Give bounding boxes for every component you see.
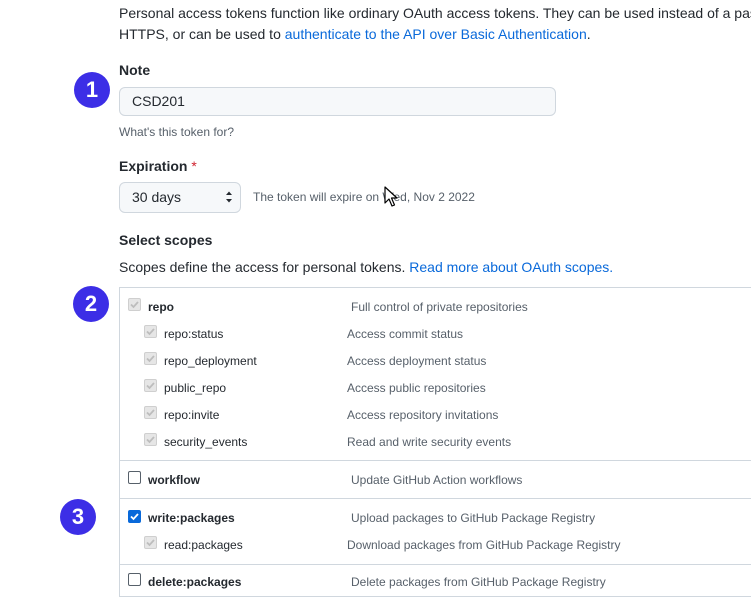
expiration-select[interactable]: 30 days bbox=[119, 182, 241, 213]
note-hint: What's this token for? bbox=[119, 125, 235, 139]
scope-desc-workflow: Update GitHub Action workflows bbox=[351, 473, 523, 487]
expiration-label: Expiration * bbox=[119, 158, 197, 174]
scope-checkbox-repo-deployment[interactable] bbox=[144, 352, 157, 365]
scope-checkbox-delete-packages[interactable] bbox=[128, 573, 141, 586]
scope-checkbox-repo[interactable] bbox=[128, 298, 141, 311]
scope-name-write-packages: write:packages bbox=[148, 511, 235, 525]
scopes-description-text: Scopes define the access for personal to… bbox=[119, 259, 410, 275]
scope-group-divider bbox=[119, 498, 751, 499]
basic-auth-link[interactable]: authenticate to the API over Basic Authe… bbox=[285, 26, 587, 42]
scope-desc-delete-packages: Delete packages from GitHub Package Regi… bbox=[351, 575, 606, 589]
scope-group-divider bbox=[119, 460, 751, 461]
scope-checkbox-workflow[interactable] bbox=[128, 471, 141, 484]
oauth-scopes-link[interactable]: Read more about OAuth scopes. bbox=[409, 259, 613, 275]
scope-desc-repo-invite: Access repository invitations bbox=[347, 408, 499, 422]
scope-name-workflow: workflow bbox=[148, 473, 201, 487]
step-badge-1: 1 bbox=[74, 72, 110, 108]
scope-group-divider bbox=[119, 564, 751, 565]
mouse-pointer-icon bbox=[384, 186, 398, 207]
expiration-label-text: Expiration bbox=[119, 158, 188, 174]
intro-line-2-text: HTTPS, or can be used to bbox=[119, 26, 285, 42]
note-label: Note bbox=[119, 62, 151, 78]
expiration-message: The token will expire on Wed, Nov 2 2022 bbox=[253, 190, 475, 204]
required-mark: * bbox=[191, 158, 197, 174]
select-scopes-title: Select scopes bbox=[119, 232, 213, 248]
step-badge-2: 2 bbox=[73, 286, 109, 322]
select-caret-icon bbox=[226, 191, 232, 203]
scope-desc-repo-status: Access commit status bbox=[347, 327, 464, 341]
scope-desc-public-repo: Access public repositories bbox=[347, 381, 486, 395]
scopes-description: Scopes define the access for personal to… bbox=[119, 259, 613, 275]
intro-line-2-suffix: . bbox=[586, 26, 591, 42]
intro-line-1: Personal access tokens function like ord… bbox=[119, 5, 751, 21]
scope-name-public-repo: public_repo bbox=[164, 381, 227, 395]
scope-checkbox-public-repo[interactable] bbox=[144, 379, 157, 392]
scope-checkbox-write-packages[interactable] bbox=[128, 510, 141, 523]
intro-text: Personal access tokens function like ord… bbox=[119, 3, 751, 45]
expiration-select-value: 30 days bbox=[132, 189, 182, 205]
scope-checkbox-repo-status[interactable] bbox=[144, 325, 157, 338]
scope-checkbox-repo-invite[interactable] bbox=[144, 406, 157, 419]
scope-desc-repo: Full control of private repositories bbox=[351, 300, 528, 314]
scope-desc-security-events: Read and write security events bbox=[347, 435, 512, 449]
scope-name-repo: repo bbox=[148, 300, 175, 314]
scope-checkbox-security-events[interactable] bbox=[144, 433, 157, 446]
scope-desc-repo-deployment: Access deployment status bbox=[347, 354, 487, 368]
intro-line-2: HTTPS, or can be used to authenticate to… bbox=[119, 24, 751, 45]
scope-name-repo-invite: repo:invite bbox=[164, 408, 220, 422]
note-input[interactable]: CSD201 bbox=[119, 87, 556, 116]
scope-desc-write-packages: Upload packages to GitHub Package Regist… bbox=[351, 511, 596, 525]
scope-desc-read-packages: Download packages from GitHub Package Re… bbox=[347, 538, 621, 552]
scope-name-security-events: security_events bbox=[164, 435, 248, 449]
scope-name-repo-status: repo:status bbox=[164, 327, 224, 341]
step-badge-3: 3 bbox=[60, 499, 96, 535]
scope-name-delete-packages: delete:packages bbox=[148, 575, 242, 589]
scope-checkbox-read-packages[interactable] bbox=[144, 536, 157, 549]
scope-name-repo-deployment: repo_deployment bbox=[164, 354, 257, 368]
scope-name-read-packages: read:packages bbox=[164, 538, 243, 552]
